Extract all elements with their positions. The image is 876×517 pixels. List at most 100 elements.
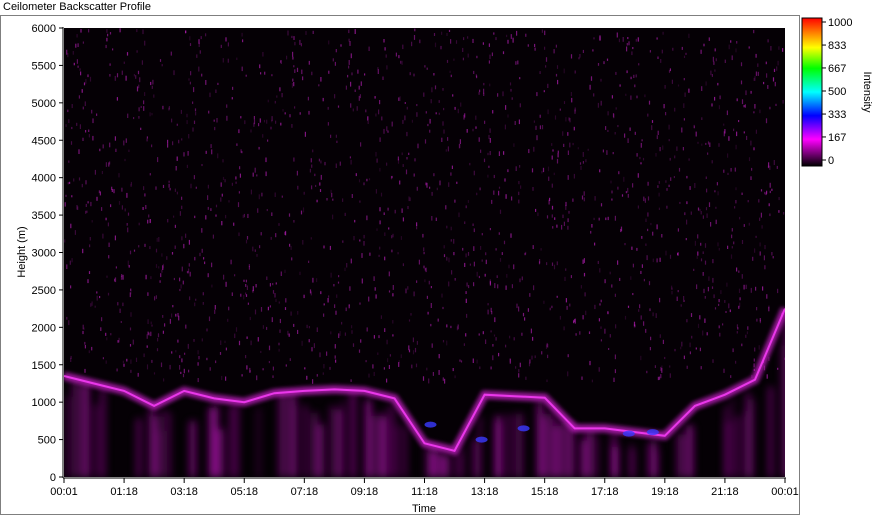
y-tick-label: 1000 [32, 397, 56, 409]
noise-speck [659, 334, 661, 338]
noise-speck [190, 71, 192, 76]
noise-speck [292, 56, 294, 60]
noise-speck [189, 36, 191, 41]
noise-speck [411, 41, 413, 47]
noise-speck [158, 266, 160, 269]
noise-speck [723, 368, 725, 373]
noise-speck [124, 158, 126, 162]
noise-speck [291, 83, 293, 88]
noise-speck [358, 85, 360, 90]
noise-speck [600, 339, 602, 342]
noise-speck [307, 96, 309, 101]
noise-speck [766, 374, 768, 379]
noise-speck [736, 98, 738, 102]
noise-speck [140, 127, 142, 130]
noise-speck [423, 92, 425, 97]
noise-speck [489, 138, 491, 143]
noise-speck [443, 129, 445, 134]
noise-speck [743, 284, 745, 290]
noise-speck [179, 211, 181, 216]
noise-speck [375, 151, 377, 157]
noise-speck [730, 254, 733, 259]
noise-speck [226, 115, 228, 121]
noise-speck [446, 32, 448, 36]
noise-speck [515, 366, 517, 369]
noise-speck [565, 268, 567, 271]
noise-speck [197, 362, 199, 366]
noise-speck [353, 236, 355, 241]
noise-speck [91, 346, 93, 351]
noise-speck [349, 41, 351, 46]
noise-speck [193, 87, 195, 93]
aerosol-streak [567, 424, 574, 477]
noise-speck [252, 172, 254, 177]
noise-speck [656, 37, 658, 40]
noise-speck [299, 39, 301, 45]
noise-speck [345, 307, 347, 312]
noise-speck [267, 306, 269, 311]
noise-speck [109, 32, 112, 35]
noise-speck [676, 146, 678, 151]
noise-speck [570, 54, 573, 59]
noise-speck [488, 165, 490, 168]
noise-speck [291, 35, 293, 39]
noise-speck [518, 369, 520, 373]
aerosol-streak [149, 408, 155, 477]
aerosol-streak [731, 397, 734, 477]
noise-speck [543, 90, 545, 93]
noise-speck [234, 274, 236, 277]
noise-speck [668, 124, 670, 130]
noise-speck [400, 236, 402, 240]
noise-speck [487, 152, 489, 156]
noise-speck [122, 274, 124, 280]
aerosol-streak [596, 437, 599, 477]
noise-speck [436, 187, 438, 191]
noise-speck [496, 275, 498, 278]
noise-speck [237, 202, 240, 208]
aerosol-streak [216, 429, 224, 477]
noise-speck [497, 284, 499, 289]
noise-speck [350, 258, 352, 264]
noise-speck [109, 63, 111, 66]
noise-speck [233, 222, 235, 226]
noise-speck [201, 73, 203, 77]
noise-speck [167, 219, 169, 223]
noise-speck [502, 91, 504, 97]
noise-speck [438, 112, 440, 115]
noise-speck [130, 359, 132, 364]
noise-speck [479, 187, 481, 191]
noise-speck [590, 76, 593, 81]
noise-speck [224, 179, 226, 183]
noise-speck [738, 288, 741, 293]
noise-speck [397, 158, 400, 164]
noise-speck [185, 233, 187, 238]
noise-speck [256, 375, 258, 381]
noise-speck [155, 264, 158, 268]
aerosol-streak [72, 380, 79, 477]
noise-speck [580, 285, 582, 289]
noise-speck [379, 246, 381, 250]
noise-speck [735, 48, 737, 53]
noise-speck [619, 84, 621, 87]
noise-speck [383, 212, 385, 215]
noise-speck [480, 246, 482, 250]
noise-speck [247, 213, 249, 218]
noise-speck [352, 108, 354, 112]
noise-speck [363, 234, 365, 239]
aerosol-streak [317, 424, 324, 477]
noise-speck [400, 60, 402, 64]
noise-speck [292, 51, 294, 57]
aerosol-streak [350, 391, 356, 477]
noise-speck [445, 149, 447, 152]
noise-speck [372, 364, 374, 369]
noise-speck [268, 361, 270, 364]
noise-speck [179, 288, 181, 292]
noise-speck [657, 130, 659, 135]
noise-speck [745, 334, 747, 338]
noise-speck [328, 70, 330, 74]
x-tick-label: 07:18 [291, 486, 319, 498]
noise-speck [149, 219, 151, 223]
noise-speck [485, 259, 487, 265]
noise-speck [377, 352, 379, 355]
noise-speck [707, 286, 709, 292]
